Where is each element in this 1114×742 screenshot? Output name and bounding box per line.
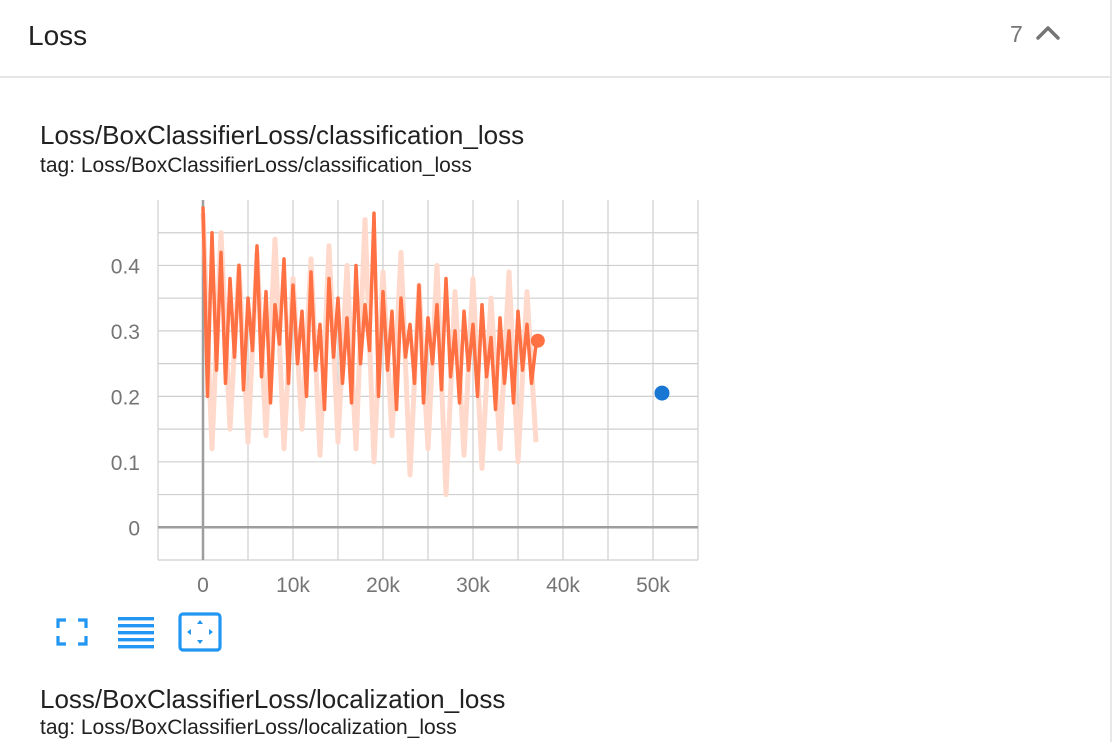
y-tick-label: 0.1: [111, 452, 140, 475]
x-tick-label: 40k: [546, 574, 580, 597]
card-tag: tag: Loss/BoxClassifierLoss/localization…: [40, 716, 457, 739]
y-tick-label: 0.4: [111, 255, 141, 278]
fit-domain-icon[interactable]: [178, 612, 222, 652]
x-tick-label: 20k: [366, 574, 400, 597]
scalar-chart[interactable]: 0 0.1 0.2 0.3 0.4 0 10k 20k 30k 40k 50k: [90, 192, 710, 602]
chevron-up-icon[interactable]: [1032, 18, 1064, 50]
card-title: Loss/BoxClassifierLoss/classification_lo…: [40, 120, 525, 150]
last-value-point: [530, 333, 545, 348]
tensorboard-scalars-panel: Loss 7 Loss/BoxClassifierLoss/classifica…: [0, 0, 1114, 742]
y-tick-label: 0.3: [111, 321, 140, 344]
group-count: 7: [1010, 21, 1023, 47]
group-title: Loss: [28, 20, 88, 51]
toggle-y-log-icon[interactable]: [114, 612, 158, 652]
y-tick-label: 0.2: [111, 386, 140, 409]
x-tick-label: 0: [197, 574, 209, 597]
x-tick-label: 30k: [456, 574, 490, 597]
card-tag: tag: Loss/BoxClassifierLoss/classificati…: [40, 154, 472, 177]
group-header[interactable]: Loss 7: [0, 0, 1112, 78]
card-title: Loss/BoxClassifierLoss/localization_loss: [40, 684, 506, 714]
data-point: [654, 385, 670, 401]
loss-group-card: Loss 7 Loss/BoxClassifierLoss/classifica…: [0, 0, 1112, 742]
y-tick-label: 0: [128, 517, 140, 540]
x-tick-label: 50k: [636, 574, 670, 597]
fullscreen-icon[interactable]: [50, 612, 94, 652]
x-tick-label: 10k: [276, 574, 310, 597]
